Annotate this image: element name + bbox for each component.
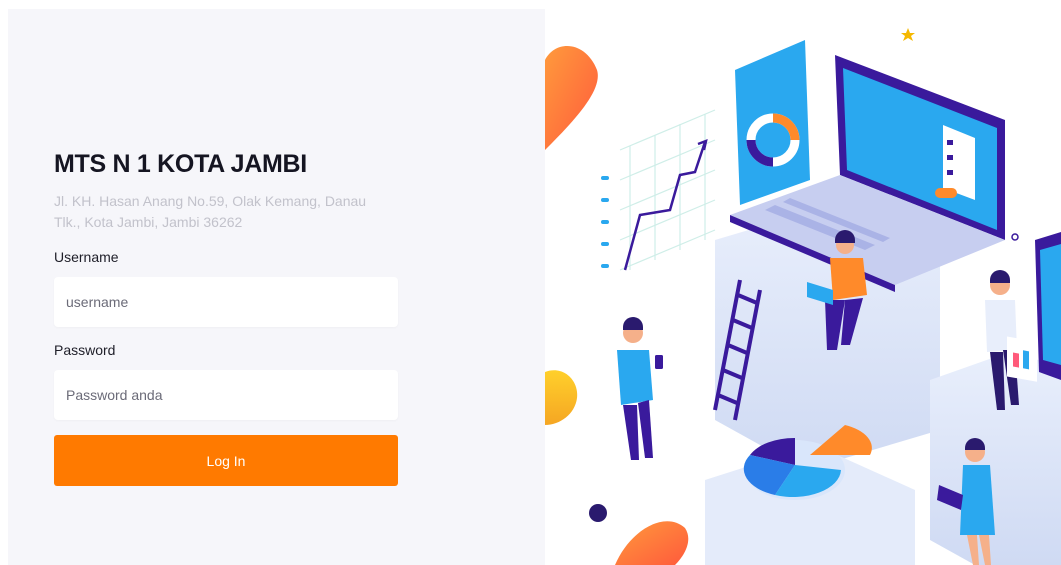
person-phone-figure (617, 317, 663, 460)
school-address: Jl. KH. Hasan Anang No.59, Olak Kemang, … (54, 193, 367, 230)
donut-chart-icon (735, 0, 810, 205)
orange-blob-bottom-shape (615, 521, 689, 565)
hero-illustration (545, 0, 1061, 565)
username-label: Username (54, 249, 119, 265)
dot-shape (589, 504, 607, 522)
line-chart-icon (601, 109, 716, 271)
yellow-blob-shape (545, 370, 578, 425)
school-name: MTS N 1 KOTA JAMBI (54, 150, 307, 178)
phone-icon (655, 355, 663, 369)
username-input[interactable] (54, 277, 398, 327)
password-label: Password (54, 342, 116, 358)
login-form: MTS N 1 KOTA JAMBI Jl. KH. Hasan Anang N… (54, 149, 398, 486)
login-button[interactable]: Log In (54, 435, 398, 486)
login-panel: MTS N 1 KOTA JAMBI Jl. KH. Hasan Anang N… (8, 9, 545, 565)
password-input[interactable] (54, 370, 398, 420)
star-icon (901, 28, 915, 41)
orange-blob-shape (545, 46, 598, 150)
